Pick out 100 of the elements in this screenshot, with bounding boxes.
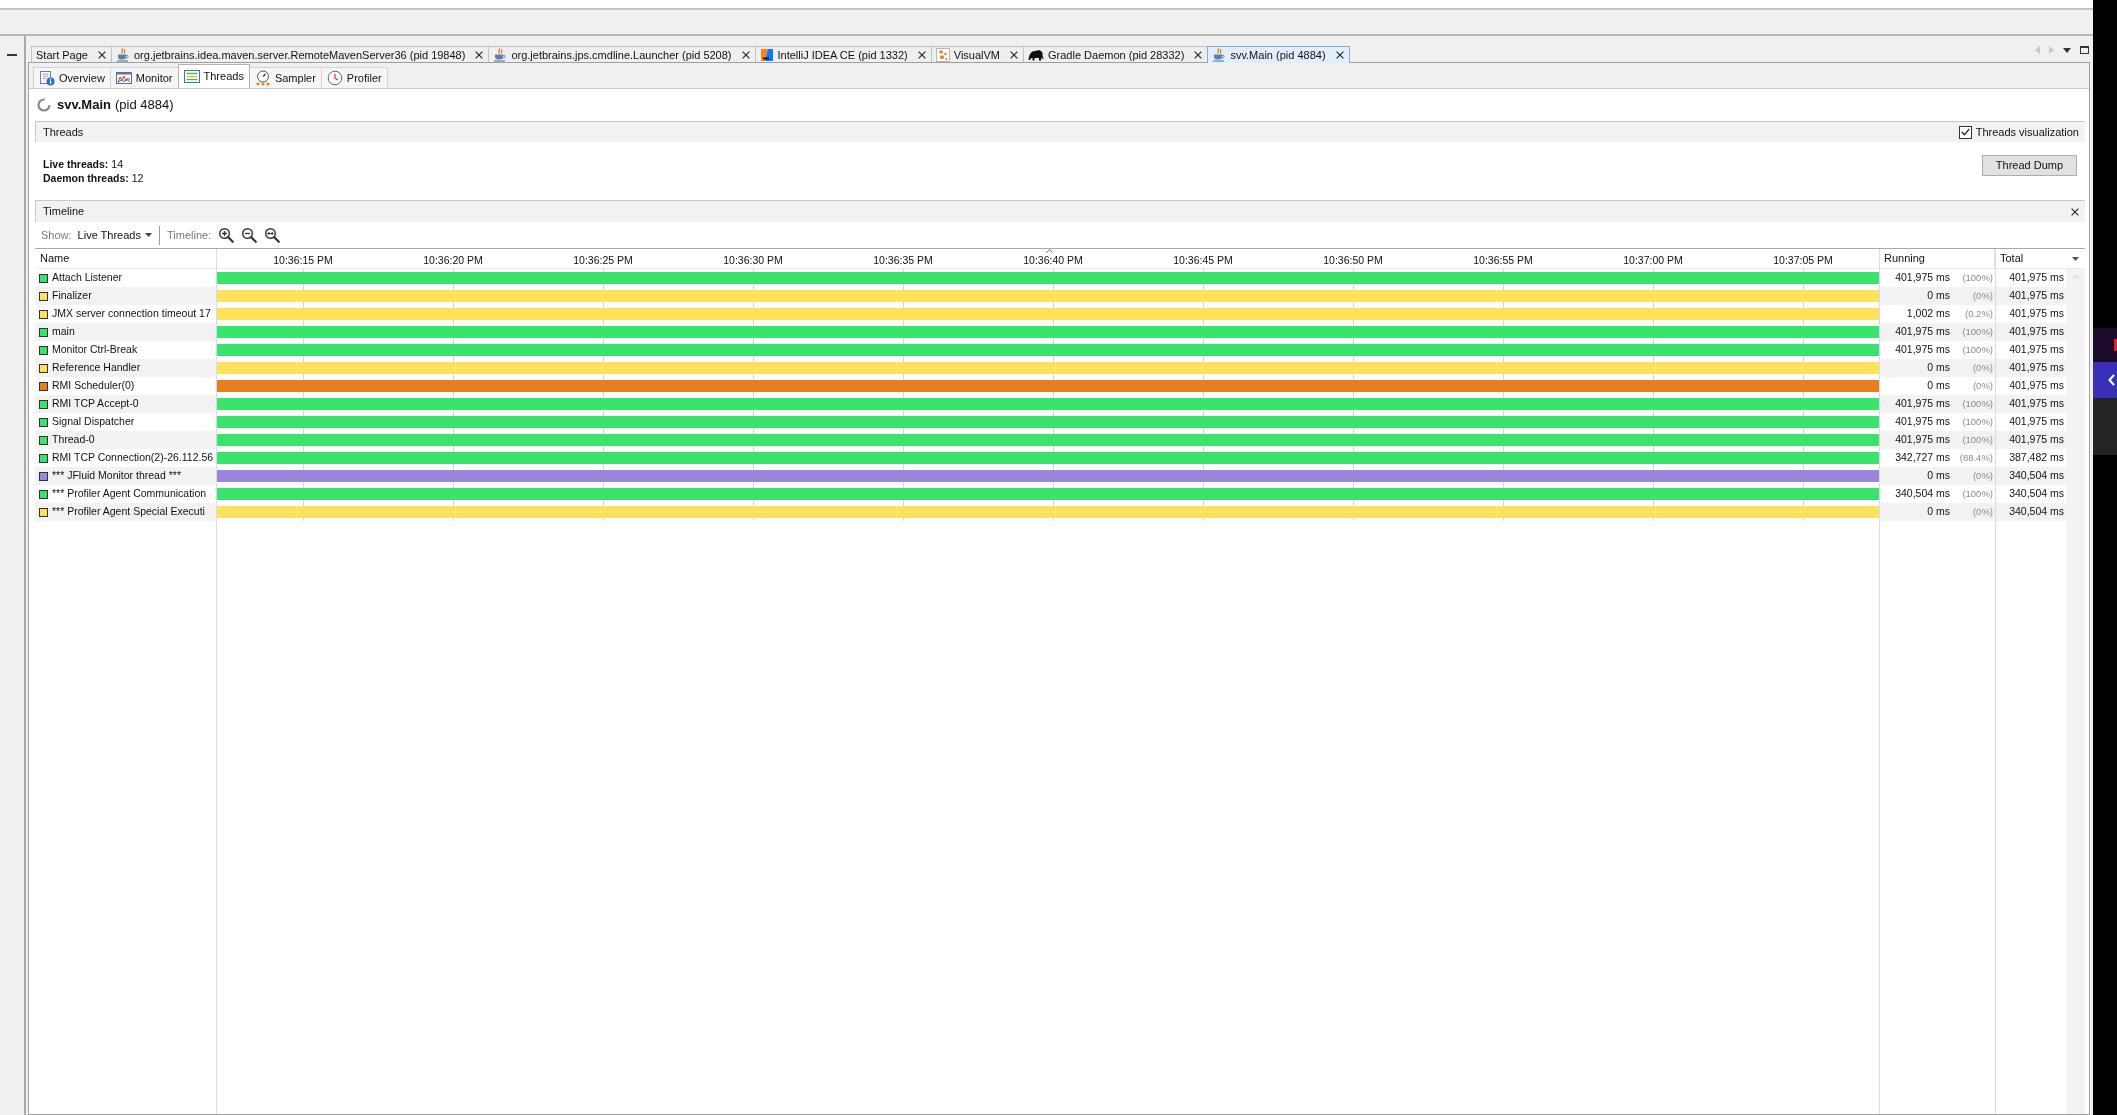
view-tab[interactable]: Threads bbox=[177, 64, 250, 88]
view-tab[interactable]: Overview bbox=[33, 67, 111, 88]
check-icon bbox=[1960, 128, 1970, 136]
thread-dump-button[interactable]: Thread Dump bbox=[1982, 155, 2077, 176]
thread-name: JMX server connection timeout 17 bbox=[52, 306, 211, 322]
running-time: 401,975 ms bbox=[1895, 414, 1950, 430]
close-icon[interactable] bbox=[98, 51, 106, 59]
app-logo-icon bbox=[759, 48, 774, 62]
time-tick-label: 10:36:30 PM bbox=[723, 254, 783, 266]
document-info-icon bbox=[39, 70, 55, 86]
caret-down-icon[interactable] bbox=[2072, 256, 2079, 261]
running-time: 0 ms bbox=[1927, 504, 1950, 520]
view-tab[interactable]: Sampler bbox=[248, 67, 322, 88]
caret-down-icon[interactable] bbox=[2063, 47, 2071, 53]
running-share: (0%) bbox=[1971, 504, 1993, 519]
process-id: (pid 4884) bbox=[114, 96, 174, 115]
running-share: (100%) bbox=[1961, 432, 1993, 447]
running-share: (0%) bbox=[1971, 288, 1993, 303]
time-tick-label: 10:37:00 PM bbox=[1623, 254, 1683, 266]
chart-icon bbox=[115, 70, 132, 86]
thread-name: RMI Scheduler(0) bbox=[52, 378, 135, 394]
close-icon[interactable] bbox=[917, 51, 926, 59]
running-time: 1,002 ms bbox=[1906, 306, 1950, 322]
collapse-button[interactable] bbox=[2093, 362, 2117, 398]
thread-name: Monitor Ctrl-Break bbox=[52, 342, 138, 358]
chevron-left-icon bbox=[2108, 374, 2115, 386]
total-time: 401,975 ms bbox=[2009, 360, 2064, 376]
checkbox-label[interactable]: Threads visualization bbox=[1975, 123, 2079, 141]
close-icon[interactable] bbox=[2071, 207, 2079, 216]
stat-value: 14 bbox=[111, 157, 124, 171]
thread-name: Reference Handler bbox=[52, 360, 141, 376]
running-share: (0.2%) bbox=[1964, 306, 1993, 321]
stat-value: 12 bbox=[131, 171, 144, 185]
running-share: (0%) bbox=[1971, 360, 1993, 375]
total-time: 401,975 ms bbox=[2009, 342, 2064, 358]
running-share: (100%) bbox=[1961, 324, 1993, 339]
thread-name: Signal Dispatcher bbox=[52, 414, 135, 430]
thread-name: *** JFluid Monitor thread *** bbox=[52, 468, 181, 484]
thread-name: *** Profiler Agent Communication bbox=[52, 486, 207, 502]
close-icon[interactable] bbox=[1010, 51, 1018, 59]
running-time: 0 ms bbox=[1927, 360, 1950, 376]
maximize-icon[interactable] bbox=[2080, 46, 2089, 54]
close-icon[interactable] bbox=[741, 51, 750, 59]
running-share: (0%) bbox=[1971, 378, 1993, 393]
time-tick-label: 10:37:05 PM bbox=[1773, 254, 1833, 266]
running-time: 401,975 ms bbox=[1895, 270, 1950, 286]
side-panel-block bbox=[2093, 398, 2117, 455]
view-tab[interactable]: Monitor bbox=[109, 67, 179, 88]
view-tab[interactable]: Profiler bbox=[320, 67, 388, 88]
running-time: 401,975 ms bbox=[1895, 432, 1950, 448]
process-name: svv.Main bbox=[57, 96, 111, 115]
stat-label: Daemon threads: bbox=[43, 171, 129, 185]
total-time: 401,975 ms bbox=[2009, 288, 2064, 304]
close-icon[interactable] bbox=[1194, 51, 1203, 59]
total-time: 401,975 ms bbox=[2009, 396, 2064, 412]
total-time: 401,975 ms bbox=[2009, 306, 2064, 322]
running-share: (100%) bbox=[1961, 486, 1993, 501]
thread-name: main bbox=[52, 324, 75, 340]
time-tick-label: 10:36:50 PM bbox=[1323, 254, 1383, 266]
section-title: Threads bbox=[43, 124, 84, 140]
list-icon bbox=[183, 68, 200, 85]
show-dropdown[interactable]: Live Threads bbox=[77, 226, 152, 244]
coffee-cup-icon bbox=[1212, 48, 1227, 62]
running-time: 0 ms bbox=[1927, 288, 1950, 304]
elephant-icon bbox=[1028, 48, 1044, 62]
running-share: (100%) bbox=[1961, 270, 1993, 285]
time-tick-label: 10:36:20 PM bbox=[423, 254, 483, 266]
thread-name: *** Profiler Agent Special Executi bbox=[52, 504, 205, 520]
time-tick-label: 10:36:25 PM bbox=[573, 254, 633, 266]
time-tick-label: 10:36:35 PM bbox=[873, 254, 933, 266]
total-time: 401,975 ms bbox=[2009, 432, 2064, 448]
document-tab[interactable]: svv.Main (pid 4884) bbox=[1207, 46, 1350, 63]
thread-name: Finalizer bbox=[52, 288, 92, 304]
checkbox[interactable] bbox=[1958, 125, 1972, 139]
section-title: Timeline bbox=[43, 204, 85, 220]
time-tick-label: 10:36:55 PM bbox=[1473, 254, 1533, 266]
coffee-cup-icon bbox=[116, 48, 130, 62]
thread-name: Attach Listener bbox=[52, 270, 123, 286]
total-time: 387,482 ms bbox=[2009, 450, 2064, 466]
zoom-out-icon[interactable] bbox=[241, 227, 258, 243]
time-tick-label: 10:36:40 PM bbox=[1023, 254, 1083, 266]
running-share: (88.4%) bbox=[1958, 450, 1993, 465]
thread-name: Thread-0 bbox=[52, 432, 95, 448]
total-time: 401,975 ms bbox=[2009, 324, 2064, 340]
zoom-in-icon[interactable] bbox=[218, 227, 235, 243]
coffee-cup-icon bbox=[493, 48, 508, 62]
close-icon[interactable] bbox=[1335, 51, 1344, 59]
clock-icon bbox=[326, 70, 343, 86]
running-share: (100%) bbox=[1961, 342, 1993, 357]
total-time: 340,504 ms bbox=[2009, 468, 2064, 484]
timeline-label: Timeline: bbox=[166, 227, 212, 243]
running-time: 401,975 ms bbox=[1895, 342, 1950, 358]
total-time: 401,975 ms bbox=[2009, 270, 2064, 286]
zoom-fit-icon[interactable] bbox=[264, 227, 281, 243]
running-share: (100%) bbox=[1961, 396, 1993, 411]
side-tab[interactable] bbox=[2093, 328, 2117, 362]
close-icon[interactable] bbox=[475, 51, 484, 59]
running-time: 340,504 ms bbox=[1895, 486, 1950, 502]
running-time: 401,975 ms bbox=[1895, 396, 1950, 412]
running-share: (0%) bbox=[1971, 468, 1993, 483]
